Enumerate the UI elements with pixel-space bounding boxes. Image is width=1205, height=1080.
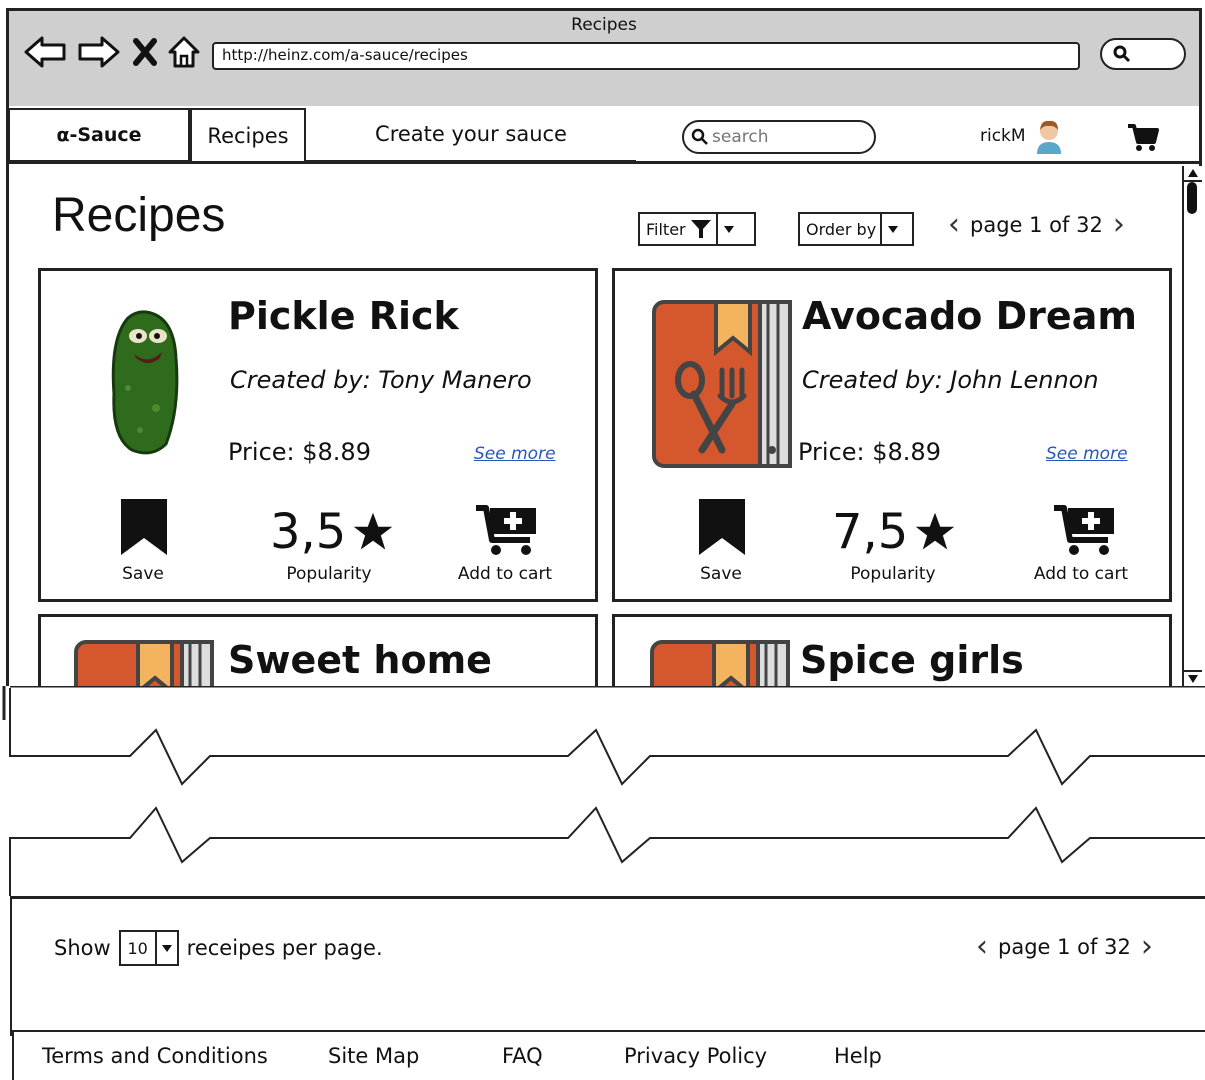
vertical-scrollbar[interactable]: [1182, 166, 1202, 686]
order-by-label: Order by: [806, 219, 877, 239]
prev-page-icon[interactable]: ‹: [948, 210, 960, 240]
footer-link-sitemap[interactable]: Site Map: [328, 1044, 419, 1068]
page-title: Recipes: [52, 189, 226, 242]
cart-icon[interactable]: [1126, 122, 1160, 156]
stop-icon[interactable]: [132, 32, 158, 72]
page-break-divider: [2, 686, 1205, 896]
pager-text: page 1 of 32: [970, 213, 1103, 237]
recipe-author: Created by: John Lennon: [802, 366, 1099, 394]
show-label: Show: [54, 936, 111, 960]
recipe-card[interactable]: Sweet home: [38, 614, 598, 686]
recipe-title[interactable]: Spice girls: [800, 638, 1024, 682]
footer-link-privacy[interactable]: Privacy Policy: [624, 1044, 767, 1068]
popularity-value: 3,5: [270, 504, 347, 560]
tab-recipes[interactable]: Recipes: [190, 108, 306, 162]
footer-link-faq[interactable]: FAQ: [502, 1044, 543, 1068]
recipe-title[interactable]: Pickle Rick: [228, 294, 459, 338]
pager-text: page 1 of 32: [998, 935, 1131, 959]
add-to-cart-icon[interactable]: [474, 504, 540, 560]
see-more-link[interactable]: See more: [474, 444, 556, 464]
recipe-card[interactable]: Spice girls: [612, 614, 1172, 686]
star-icon: [916, 512, 955, 550]
user-menu[interactable]: rickM: [980, 116, 1064, 156]
recipe-book-image: [74, 640, 214, 686]
address-bar[interactable]: http://heinz.com/a-sauce/recipes: [212, 42, 1080, 70]
per-page-value: 10: [127, 938, 148, 958]
next-page-icon[interactable]: ›: [1141, 932, 1153, 962]
popularity-label: Popularity: [286, 564, 372, 584]
chevron-down-icon: [154, 932, 177, 964]
order-by-dropdown[interactable]: Order by: [798, 212, 914, 246]
scroll-thumb[interactable]: [1187, 182, 1197, 214]
filter-dropdown[interactable]: Filter: [638, 212, 756, 246]
pickle-image: [106, 308, 186, 462]
next-page-icon[interactable]: ›: [1113, 210, 1125, 240]
search-icon: [1113, 45, 1131, 63]
bottom-pager: ‹ page 1 of 32 ›: [976, 932, 1153, 962]
recipe-price: Price: $8.89: [228, 438, 371, 466]
add-to-cart-label: Add to cart: [457, 564, 553, 584]
recipe-title[interactable]: Avocado Dream: [802, 294, 1137, 338]
search-icon: [691, 128, 708, 145]
scroll-down-icon[interactable]: [1184, 670, 1202, 686]
app-logo[interactable]: α-Sauce: [8, 108, 190, 162]
footer-link-terms[interactable]: Terms and Conditions: [42, 1044, 268, 1068]
recipe-book-image: [652, 300, 792, 472]
scroll-up-icon[interactable]: [1184, 166, 1202, 182]
search-input-wrapper[interactable]: [682, 120, 876, 154]
popularity-value: 7,5: [832, 504, 909, 560]
home-icon[interactable]: [166, 32, 202, 72]
star-icon: [354, 512, 393, 550]
prev-page-icon[interactable]: ‹: [976, 932, 988, 962]
browser-search-field[interactable]: [1100, 38, 1186, 70]
see-more-link[interactable]: See more: [1046, 444, 1128, 464]
top-pager: ‹ page 1 of 32 ›: [948, 210, 1125, 240]
bookmark-icon[interactable]: [120, 498, 168, 560]
recipe-price: Price: $8.89: [798, 438, 941, 466]
save-label: Save: [700, 564, 742, 584]
popularity-score: 3,5: [270, 504, 394, 560]
filter-funnel-icon: [690, 220, 711, 238]
tab-create-sauce[interactable]: Create your sauce: [306, 108, 636, 162]
filter-label: Filter: [646, 219, 686, 239]
user-avatar-icon: [1036, 120, 1061, 154]
per-page-suffix: receipes per page.: [186, 936, 383, 960]
list-footer: [10, 896, 1205, 1036]
forward-icon[interactable]: [78, 32, 120, 72]
add-to-cart-label: Add to cart: [1033, 564, 1129, 584]
recipe-book-image: [650, 640, 790, 686]
popularity-label: Popularity: [850, 564, 936, 584]
chevron-down-icon: [880, 214, 904, 244]
save-label: Save: [122, 564, 164, 584]
username: rickM: [980, 126, 1026, 146]
bookmark-icon[interactable]: [698, 498, 746, 560]
popularity-score: 7,5: [832, 504, 956, 560]
per-page-select[interactable]: 10: [118, 930, 179, 966]
search-input[interactable]: [710, 126, 864, 148]
recipe-author: Created by: Tony Manero: [230, 366, 532, 394]
back-icon[interactable]: [24, 32, 66, 72]
recipe-title[interactable]: Sweet home: [228, 638, 492, 682]
footer-link-help[interactable]: Help: [834, 1044, 882, 1068]
add-to-cart-icon[interactable]: [1052, 504, 1118, 560]
chevron-down-icon: [715, 214, 740, 244]
per-page-control: Show 10 receipes per page.: [54, 930, 383, 966]
